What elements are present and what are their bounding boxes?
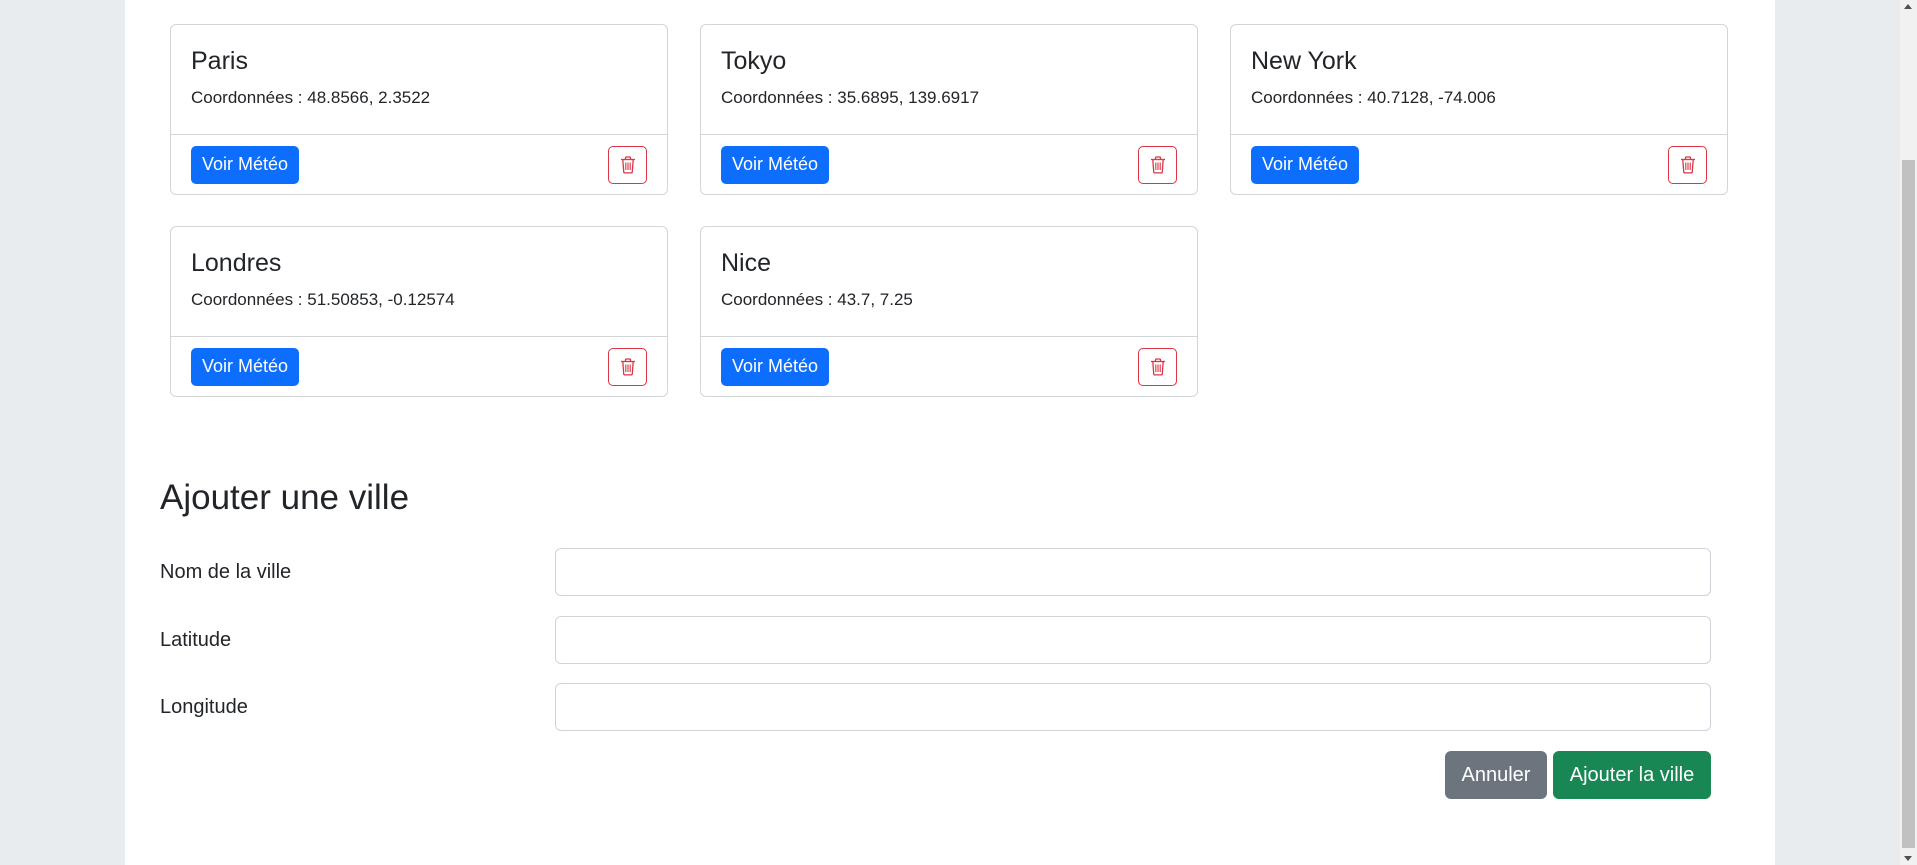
view-weather-button[interactable]: Voir Météo [191, 347, 300, 386]
longitude-row: Longitude [160, 683, 1715, 731]
view-weather-button[interactable]: Voir Météo [721, 145, 830, 184]
city-card: Tokyo Coordonnées : 35.6895, 139.6917 Vo… [700, 24, 1198, 195]
latitude-input[interactable] [555, 616, 1711, 664]
trash-icon [1150, 357, 1165, 376]
city-card-body: Paris Coordonnées : 48.8566, 2.3522 [171, 25, 667, 135]
city-card-footer: Voir Météo [701, 135, 1197, 194]
city-card-body: Nice Coordonnées : 43.7, 7.25 [701, 227, 1197, 337]
city-name: Londres [191, 249, 282, 277]
city-coordinates: Coordonnées : 40.7128, -74.006 [1251, 88, 1496, 107]
city-card-footer: Voir Météo [701, 337, 1197, 396]
view-weather-button[interactable]: Voir Météo [721, 347, 830, 386]
delete-city-button[interactable] [1668, 145, 1707, 184]
view-weather-button[interactable]: Voir Météo [191, 145, 300, 184]
city-card: Paris Coordonnées : 48.8566, 2.3522 Voir… [170, 24, 668, 195]
city-card-body: Londres Coordonnées : 51.50853, -0.12574 [171, 227, 667, 337]
delete-city-button[interactable] [608, 347, 647, 386]
city-name: Nice [721, 249, 772, 277]
view-weather-button[interactable]: Voir Météo [1251, 145, 1360, 184]
city-coordinates: Coordonnées : 43.7, 7.25 [721, 290, 913, 309]
trash-icon [620, 357, 635, 376]
longitude-label: Longitude [160, 696, 248, 718]
city-card-footer: Voir Météo [171, 135, 667, 194]
city-card-body: Tokyo Coordonnées : 35.6895, 139.6917 [701, 25, 1197, 135]
add-city-heading: Ajouter une ville [160, 478, 410, 517]
city-name-input[interactable] [555, 548, 1711, 596]
city-card: New York Coordonnées : 40.7128, -74.006 … [1230, 24, 1728, 195]
city-name: Tokyo [721, 47, 787, 75]
latitude-row: Latitude [160, 616, 1715, 664]
scroll-down-arrow-icon[interactable] [1904, 856, 1912, 861]
trash-icon [1680, 155, 1695, 174]
city-name: Paris [191, 47, 248, 75]
city-coordinates: Coordonnées : 35.6895, 139.6917 [721, 88, 980, 107]
delete-city-button[interactable] [608, 145, 647, 184]
latitude-label: Latitude [160, 629, 232, 651]
city-card-grid: Paris Coordonnées : 48.8566, 2.3522 Voir… [170, 24, 1730, 397]
scrollbar-thumb[interactable] [1902, 160, 1915, 848]
city-card-footer: Voir Météo [171, 337, 667, 396]
scroll-up-arrow-icon[interactable] [1904, 4, 1912, 9]
city-card-footer: Voir Météo [1231, 135, 1727, 194]
cancel-button[interactable]: Annuler [1445, 751, 1547, 799]
city-card: Nice Coordonnées : 43.7, 7.25 Voir Météo [700, 226, 1198, 397]
city-name-row: Nom de la ville [160, 548, 1715, 596]
delete-city-button[interactable] [1138, 347, 1177, 386]
city-coordinates: Coordonnées : 48.8566, 2.3522 [191, 88, 431, 107]
longitude-input[interactable] [555, 683, 1711, 731]
main-container: Paris Coordonnées : 48.8566, 2.3522 Voir… [125, 0, 1775, 865]
add-city-button[interactable]: Ajouter la ville [1553, 751, 1711, 799]
city-name: New York [1251, 47, 1357, 75]
trash-icon [620, 155, 635, 174]
vertical-scrollbar[interactable] [1900, 0, 1917, 865]
delete-city-button[interactable] [1138, 145, 1177, 184]
city-card-body: New York Coordonnées : 40.7128, -74.006 [1231, 25, 1727, 135]
city-coordinates: Coordonnées : 51.50853, -0.12574 [191, 290, 455, 309]
city-name-label: Nom de la ville [160, 561, 292, 583]
city-card: Londres Coordonnées : 51.50853, -0.12574… [170, 226, 668, 397]
trash-icon [1150, 155, 1165, 174]
